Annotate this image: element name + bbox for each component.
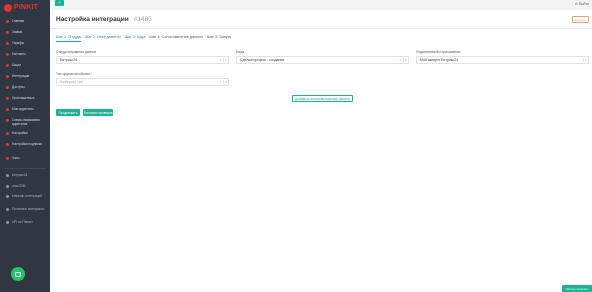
user-plus-icon — [6, 97, 9, 100]
entity-type-select[interactable]: Выберите тип × ▾ — [56, 78, 229, 86]
sidebar-item-label: Интеграции — [12, 74, 30, 78]
source-label: Откуда отправлять данные — [56, 50, 97, 54]
entity-type-label: Тип сущности/события * — [56, 72, 92, 76]
tab-step-2[interactable]: Шаг 2: Инструменты — [85, 35, 121, 42]
event-label: Когда — [236, 50, 245, 54]
sidebar-item-label: Контакты — [12, 52, 26, 56]
chat-icon — [15, 271, 21, 277]
sidebar-item[interactable]: Схема связывания адресатов — [0, 118, 50, 126]
sidebar-item-label: Заявки — [12, 30, 23, 34]
continue-button[interactable]: Продолжить — [56, 109, 80, 116]
tab-step-1[interactable]: Шаг 1: Откуда — [56, 35, 81, 42]
sidebar-item[interactable]: Главная — [0, 19, 50, 23]
tag-icon — [6, 42, 9, 45]
sidebar-divider — [4, 168, 46, 169]
sitemap-icon — [6, 119, 9, 122]
sidebar-item[interactable]: Приглашенные — [0, 96, 50, 100]
sidebar-secondary-item[interactable]: Магазин интеграций — [0, 194, 50, 198]
logo-text: PINKIT — [14, 4, 39, 11]
logo[interactable]: PINKIT — [4, 4, 38, 12]
gift-icon — [6, 64, 9, 67]
account-label: Подключенный к приложению — [416, 50, 461, 54]
sidebar-item[interactable]: Мои адресаты — [0, 107, 50, 111]
test-button[interactable]: Тестовая проверка — [83, 109, 113, 116]
sidebar-item[interactable]: Доступы — [0, 85, 50, 89]
source-select[interactable]: Битрикс24 × ▾ — [56, 56, 229, 64]
chevron-down-icon[interactable]: ▾ — [223, 80, 228, 84]
sliders-icon — [6, 143, 9, 146]
sidebar-secondary-label: Магазин интеграций — [12, 194, 43, 198]
store-icon — [6, 195, 9, 198]
sidebar-item-label: Доступы — [12, 85, 25, 89]
sidebar-secondary-label: API по Пинкит — [12, 220, 33, 224]
sidebar-item-label: Мои адресаты — [12, 107, 34, 111]
sidebar-secondary-label: Полезные материалы — [12, 207, 45, 211]
delete-button[interactable]: Удалить — [572, 16, 589, 23]
chat-widget-button[interactable] — [11, 267, 25, 281]
menu-toggle-button[interactable]: ≡ — [55, 0, 64, 6]
integration-id: #1485 — [133, 16, 152, 23]
sidebar-item[interactable]: Акции — [0, 63, 50, 67]
chat-icon — [6, 157, 9, 160]
sidebar-secondary-item[interactable]: API по Пинкит — [0, 220, 50, 224]
chevron-down-icon[interactable]: ▾ — [403, 58, 408, 62]
header-divider — [50, 28, 592, 29]
entity-type-placeholder: Выберите тип — [60, 80, 83, 84]
sidebar-item-label: Тарифы — [12, 41, 25, 45]
gear-icon — [6, 132, 9, 135]
users-icon — [6, 53, 9, 56]
tab-step-5[interactable]: Шаг 5: Запуск — [207, 35, 231, 42]
plug-icon — [6, 75, 9, 78]
sidebar-secondary-item[interactable]: amoCRM — [0, 184, 50, 188]
main-panel — [50, 10, 592, 292]
hamburger-icon: ≡ — [58, 0, 61, 5]
account-select[interactable]: Мой аккаунт Битрикс24 ▾ — [416, 56, 589, 64]
add-filter-button[interactable]: Добавить пользовательский фильтр — [292, 95, 353, 102]
sidebar-item[interactable]: Контакты — [0, 52, 50, 56]
sidebar-item-label: Акции — [12, 63, 21, 67]
sidebar-item-label: Настройки — [12, 131, 28, 135]
home-icon — [6, 20, 9, 23]
book-icon — [6, 208, 9, 211]
account-value: Мой аккаунт Битрикс24 — [420, 58, 459, 62]
event-value: Сделка/процесс - создание — [240, 58, 285, 62]
sidebar-item-label: Схема связывания адресатов — [12, 118, 40, 126]
chevron-down-icon[interactable]: ▾ — [223, 58, 228, 62]
sidebar-secondary-item[interactable]: Битрикс24 — [0, 173, 50, 177]
address-book-icon — [6, 108, 9, 111]
sidebar-item-label: Настройки подписки — [12, 142, 43, 146]
logo-icon — [4, 4, 12, 12]
source-value: Битрикс24 — [60, 58, 77, 62]
event-select[interactable]: Сделка/процесс - создание × ▾ — [236, 56, 409, 64]
sidebar-item[interactable]: Настройки подписки — [0, 142, 50, 146]
sidebar-secondary-label: Битрикс24 — [12, 173, 28, 177]
code-icon — [6, 221, 9, 224]
topbar — [50, 0, 592, 8]
crm-icon — [6, 185, 9, 188]
faq-tab[interactable]: Частые вопросы — [562, 285, 592, 292]
sidebar-item[interactable]: Интеграции — [0, 74, 50, 78]
cube-icon — [6, 174, 9, 177]
sidebar-item[interactable]: Тарифы — [0, 41, 50, 45]
sidebar-item-label: Приглашенные — [12, 96, 35, 100]
sidebar-item-label: Чаты — [12, 156, 20, 160]
sidebar-item[interactable]: Настройки — [0, 131, 50, 135]
sidebar-item[interactable]: Заявки — [0, 30, 50, 34]
sidebar-item-label: Главная — [12, 19, 25, 23]
step-tabs: Шаг 1: Откуда Шаг 2: Инструменты Шаг 3: Ку… — [56, 35, 235, 42]
sidebar: PINKIT Главная Заявки Тарифы Контакты Акции И… — [0, 0, 50, 292]
key-icon — [6, 86, 9, 89]
inbox-icon — [6, 31, 9, 34]
tab-step-4[interactable]: Шаг 4: Сопоставление данных — [149, 35, 203, 42]
sidebar-item[interactable]: Чаты — [0, 156, 50, 160]
sidebar-secondary-item[interactable]: Полезные материалы — [0, 207, 50, 211]
chevron-down-icon[interactable]: ▾ — [583, 58, 588, 62]
sidebar-secondary-label: amoCRM — [12, 184, 26, 188]
tab-step-3[interactable]: Шаг 3: Куда — [125, 35, 146, 42]
page-title-text: Настройка интеграции — [56, 16, 129, 23]
page-title: Настройка интеграции #1485 — [56, 16, 152, 23]
logout-link[interactable]: ⊖ Выйти — [575, 2, 589, 6]
